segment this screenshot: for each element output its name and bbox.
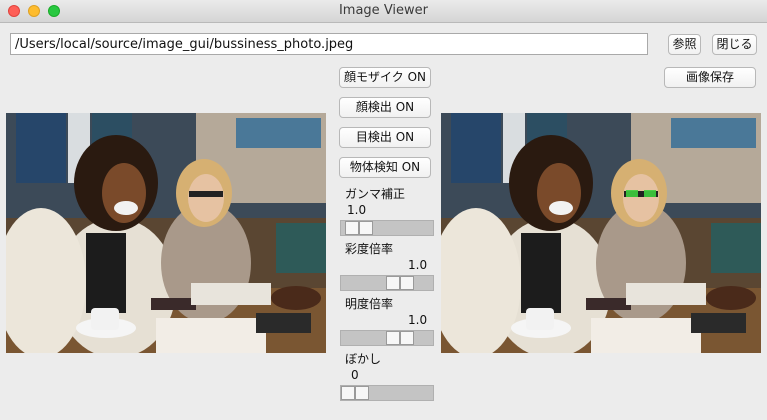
gamma-value: 1.0 (347, 203, 367, 217)
object-detect-toggle-button[interactable]: 物体検知 ON (339, 157, 431, 178)
blur-slider-thumb-2[interactable] (355, 386, 369, 400)
saturation-label: 彩度倍率 (345, 242, 394, 256)
gamma-label: ガンマ補正 (345, 187, 406, 201)
gamma-slider-thumb[interactable] (345, 221, 359, 235)
original-image (6, 113, 326, 353)
brightness-value: 1.0 (408, 313, 428, 327)
gamma-slider[interactable] (340, 220, 434, 236)
saturation-slider[interactable] (340, 275, 434, 291)
saturation-slider-thumb-2[interactable] (400, 276, 414, 290)
close-button[interactable]: 閉じる (712, 34, 757, 55)
brightness-slider[interactable] (340, 330, 434, 346)
brightness-slider-thumb-2[interactable] (400, 331, 414, 345)
face-detect-toggle-button[interactable]: 顔検出 ON (339, 97, 431, 118)
save-image-button[interactable]: 画像保存 (664, 67, 756, 88)
browse-button[interactable]: 参照 (668, 34, 701, 55)
face-mosaic-toggle-button[interactable]: 顔モザイク ON (339, 67, 431, 88)
window-title: Image Viewer (338, 3, 429, 18)
saturation-slider-thumb[interactable] (386, 276, 400, 290)
eye-detect-toggle-button[interactable]: 目検出 ON (339, 127, 431, 148)
brightness-label: 明度倍率 (345, 297, 394, 311)
blur-slider-thumb[interactable] (341, 386, 355, 400)
processed-image (441, 113, 761, 353)
brightness-slider-thumb[interactable] (386, 331, 400, 345)
file-path-input[interactable] (10, 33, 648, 55)
blur-label: ぼかし (345, 352, 382, 366)
blur-value: 0 (351, 368, 359, 382)
title-bar: Image Viewer (0, 0, 767, 23)
gamma-slider-thumb-2[interactable] (359, 221, 373, 235)
saturation-value: 1.0 (408, 258, 428, 272)
blur-slider[interactable] (340, 385, 434, 401)
